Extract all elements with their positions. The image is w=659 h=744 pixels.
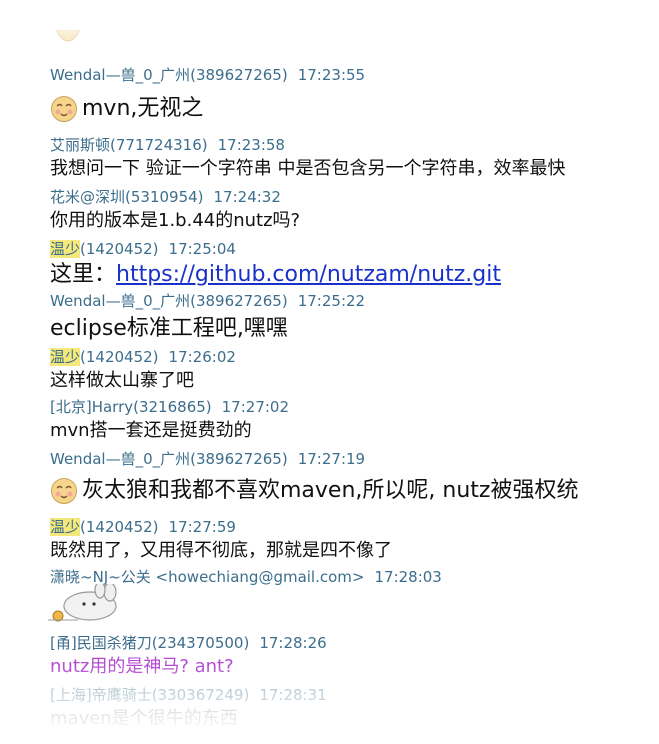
message-time: 17:27:59 xyxy=(168,518,236,536)
message-text: 既然用了，又用得不彻底，那就是四不像了 xyxy=(50,540,392,561)
sender-name: [北京]Harry(3216865) xyxy=(50,398,212,416)
message-text: 你用的版本是1.b.44的nutz吗? xyxy=(50,210,301,231)
bunny-sticker-icon xyxy=(48,584,117,622)
right-fade-overlay xyxy=(589,0,659,744)
message-header: 花米@深圳(5310954) 17:24:32 xyxy=(50,186,281,207)
message-text: 灰太狼和我都不喜欢maven,所以呢, nutz被强权统 xyxy=(50,472,578,505)
message-header: Wendal—兽_0_广州(389627265) 17:27:19 xyxy=(50,448,365,469)
message-header: 温少(1420452) 17:27:59 xyxy=(50,516,236,537)
message-text: nutz用的是神马? ant? xyxy=(50,656,234,677)
message-time: 17:27:02 xyxy=(221,398,290,416)
message-header: Wendal—兽_0_广州(389627265) 17:23:55 xyxy=(50,64,365,85)
sender-name: Wendal—兽_0_广州(389627265) xyxy=(50,292,288,310)
message-time: 17:27:19 xyxy=(297,450,366,468)
repository-link[interactable]: https://github.com/nutzam/nutz.git xyxy=(116,262,501,287)
message-time: 17:23:55 xyxy=(297,66,366,84)
chat-transcript: Wendal—兽_0_广州(389627265) 17:23:55 mvn,无视之… xyxy=(0,0,659,744)
message-time: 17:28:26 xyxy=(259,634,327,652)
smiley-face-icon xyxy=(51,96,77,122)
message-text: 我想问一下 验证一个字符串 中是否包含另一个字符串，效率最快 xyxy=(50,158,566,179)
message-time: 17:24:32 xyxy=(213,188,281,206)
sender-name: 花米@深圳(5310954) xyxy=(50,188,204,206)
message-header: [上海]帝鹰骑士(330367249) 17:28:31 xyxy=(50,684,327,705)
message-header: [甬]民国杀猪刀(234370500) 17:28:26 xyxy=(50,632,327,653)
message-time: 17:28:03 xyxy=(374,568,442,586)
sender-name: [上海]帝鹰骑士(330367249) xyxy=(50,686,250,704)
message-header: 艾丽斯顿(771724316) 17:23:58 xyxy=(50,134,285,155)
message-header: Wendal—兽_0_广州(389627265) 17:25:22 xyxy=(50,290,365,311)
sender-name: (1420452) xyxy=(80,518,159,536)
message-text: 这样做太山寨了吧 xyxy=(50,370,194,391)
smiley-face-icon xyxy=(55,30,81,42)
message-header: [北京]Harry(3216865) 17:27:02 xyxy=(50,396,289,417)
message-text: mvn,无视之 xyxy=(50,90,203,123)
message-time: 17:23:58 xyxy=(217,136,285,154)
message-time: 17:26:02 xyxy=(168,348,236,366)
sender-name: Wendal—兽_0_广州(389627265) xyxy=(50,66,288,84)
message-text: maven是个很牛的东西 xyxy=(50,708,238,729)
sender-name: 艾丽斯顿(771724316) xyxy=(50,136,208,154)
message-header: 温少(1420452) 17:26:02 xyxy=(50,346,236,367)
message-time: 17:28:31 xyxy=(259,686,327,704)
sender-name: [甬]民国杀猪刀(234370500) xyxy=(50,634,250,652)
sender-name: Wendal—兽_0_广州(389627265) xyxy=(50,450,288,468)
sender-highlight: 温少 xyxy=(50,348,81,366)
sender-highlight: 温少 xyxy=(50,518,81,536)
top-fade-overlay xyxy=(0,0,659,66)
sender-name: (1420452) xyxy=(80,348,159,366)
message-text: 这里：https://github.com/nutzam/nutz.git xyxy=(50,262,501,287)
smiley-face-icon xyxy=(51,478,77,504)
message-time: 17:25:22 xyxy=(297,292,366,310)
message-text: mvn搭一套还是挺费劲的 xyxy=(50,420,252,441)
message-text: eclipse标准工程吧,嘿嘿 xyxy=(50,316,288,341)
